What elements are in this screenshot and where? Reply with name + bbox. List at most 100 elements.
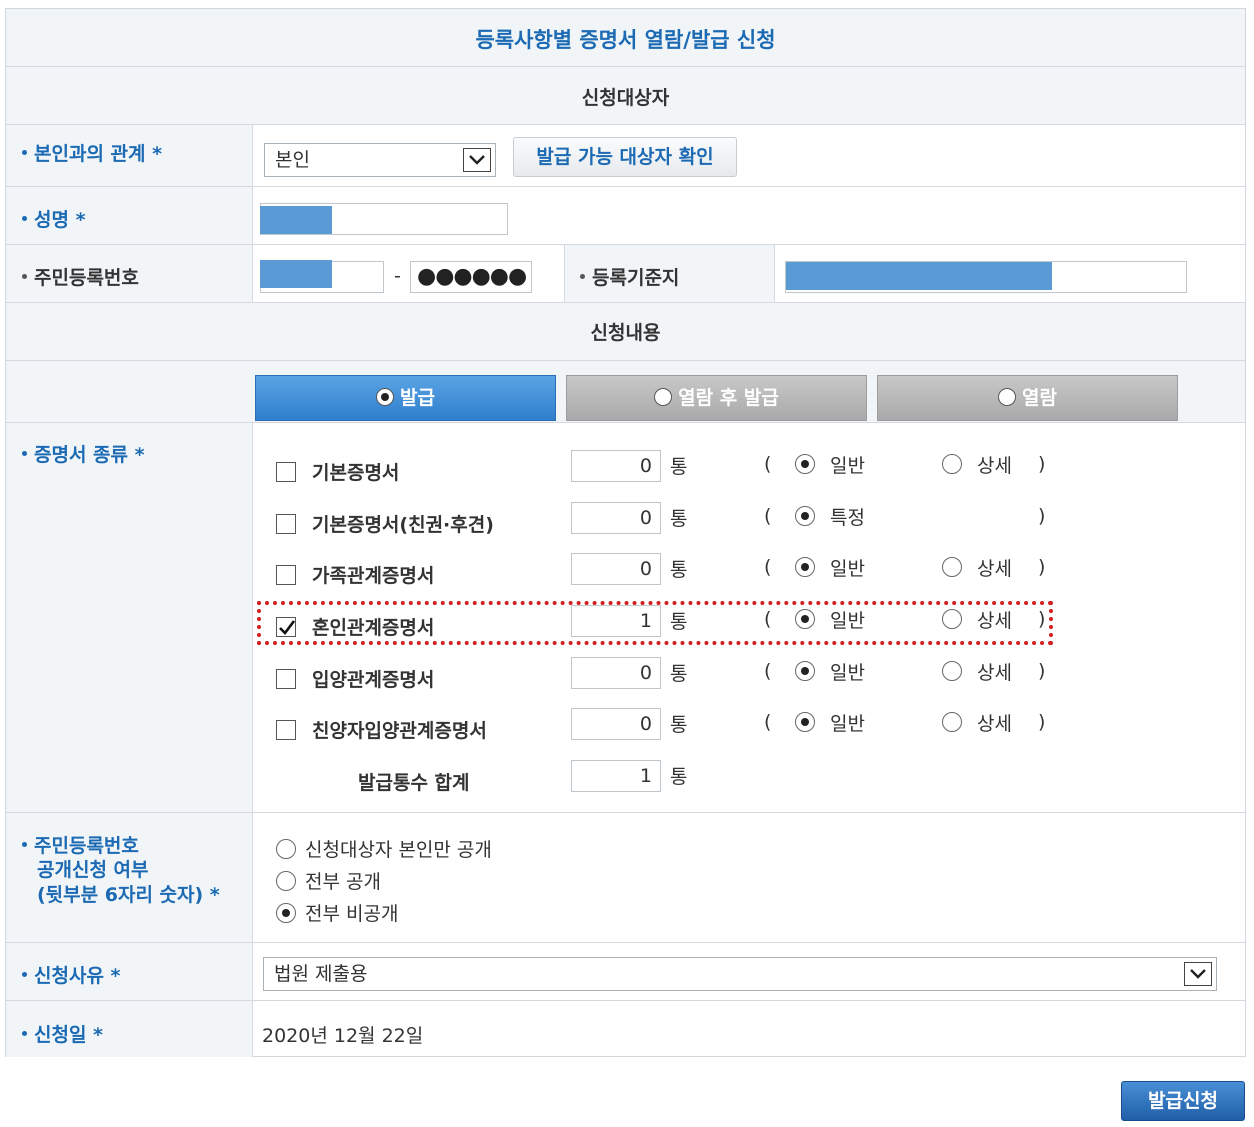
quantity-input[interactable]: 0 [571,657,661,689]
disclosure-option-label: 전부 비공개 [305,903,399,925]
quantity-input[interactable]: 0 [571,450,661,482]
cert-checkbox[interactable] [276,669,296,689]
chevron-down-icon [463,148,491,172]
close-paren: ) [1038,660,1046,682]
name-label-text: 성명 * [34,209,86,231]
cert-type-label: 증명서 종류 * [22,440,145,467]
cert-label-cell [6,423,252,813]
quantity-input[interactable]: 0 [571,553,661,585]
divider [564,245,565,303]
address-label: 등록기준지 [580,263,679,290]
reason-label: 신청사유 * [22,961,120,988]
date-label-text: 신청일 * [34,1024,103,1046]
bullet-icon [22,1031,27,1036]
quantity-input[interactable]: 0 [571,708,661,740]
rrn-separator: - [394,265,401,287]
cert-checkbox[interactable] [276,565,296,585]
disclosure-option-label: 신청대상자 본인만 공개 [305,839,492,861]
open-paren: ( [764,711,772,733]
quantity-input[interactable]: 0 [571,502,661,534]
reason-select[interactable]: 법원 제출용 [263,957,1217,991]
option-detail-radio[interactable] [942,712,962,732]
tab-issue-label: 발급 [400,387,435,409]
relation-select[interactable]: 본인 [264,143,496,177]
rrn-label-text: 주민등록번호 [34,267,139,289]
unit-label: 통 [670,766,688,788]
bullet-icon [22,150,27,155]
redacted-name [260,206,332,234]
cert-name: 기본증명서 [312,462,400,484]
rrn-label: 주민등록번호 [22,263,139,290]
option-specific-label: 특정 [830,507,865,529]
chevron-down-icon [1184,962,1212,986]
option-detail-radio[interactable] [942,557,962,577]
option-general-radio[interactable] [795,454,815,474]
option-detail-radio[interactable] [942,661,962,681]
bullet-icon [22,274,27,279]
option-detail-label: 상세 [977,713,1012,735]
disclosure-label-line1: 주민등록번호 [22,831,139,858]
redacted-rrn [260,260,332,288]
tab-view-then-issue[interactable]: 열람 후 발급 [566,375,867,421]
unit-label: 통 [670,663,688,685]
tab-view[interactable]: 열람 [877,375,1178,421]
option-general-radio[interactable] [795,557,815,577]
cert-checkbox[interactable] [276,720,296,740]
tab-issue[interactable]: 발급 [255,375,556,421]
close-paren: ) [1038,453,1046,475]
unit-label: 통 [670,456,688,478]
cert-checkbox[interactable] [276,514,296,534]
option-specific-radio[interactable] [795,506,815,526]
relation-label: 본인과의 관계 * [22,139,162,166]
option-detail-radio[interactable] [942,454,962,474]
open-paren: ( [764,660,772,682]
relation-selected-value: 본인 [275,149,310,171]
option-detail-label: 상세 [977,558,1012,580]
close-paren: ) [1038,556,1046,578]
rrn-back-input[interactable]: ●●●●●● [410,261,532,293]
name-label: 성명 * [22,205,86,232]
bullet-icon [22,451,27,456]
cert-name: 가족관계증명서 [312,565,435,587]
divider [252,125,253,303]
reason-label-text: 신청사유 * [34,965,121,987]
date-value: 2020년 12월 22일 [262,1025,424,1047]
option-detail-label: 상세 [977,662,1012,684]
content-section-title: 신청내용 [590,322,661,344]
option-general-label: 일반 [830,455,865,477]
radio-icon [654,387,673,406]
disclosure-all-radio[interactable] [276,871,296,891]
cert-checkbox[interactable] [276,462,296,482]
disclosure-label-line1-text: 주민등록번호 [34,835,139,857]
disclosure-option-label: 전부 공개 [305,871,381,893]
disclosure-none-radio[interactable] [276,903,296,923]
disclosure-self-only-radio[interactable] [276,839,296,859]
relation-label-text: 본인과의 관계 * [34,143,163,165]
check-eligible-button[interactable]: 발급 가능 대상자 확인 [513,137,737,177]
option-general-label: 일반 [830,558,865,580]
divider [252,423,253,1057]
divider [6,422,1245,423]
total-quantity: 1 [571,760,661,792]
total-label: 발급통수 합계 [358,772,470,794]
divider [6,1000,1245,1001]
bullet-icon [22,842,27,847]
option-detail-label: 상세 [977,455,1012,477]
divider [6,942,1245,943]
unit-label: 통 [670,508,688,530]
bullet-icon [22,972,27,977]
address-label-text: 등록기준지 [592,267,680,289]
bullet-icon [580,274,585,279]
cert-name: 기본증명서(친권·후견) [312,514,494,536]
cert-name: 입양관계증명서 [312,669,435,691]
selected-cert-highlight [257,601,1053,645]
submit-application-button[interactable]: 발급신청 [1121,1081,1245,1121]
unit-label: 통 [670,559,688,581]
date-label: 신청일 * [22,1020,103,1047]
option-general-radio[interactable] [795,661,815,681]
divider [6,186,1245,187]
cert-name: 친양자입양관계증명서 [312,720,487,742]
option-general-radio[interactable] [795,712,815,732]
redacted-address [786,262,1052,290]
divider [6,812,1245,813]
